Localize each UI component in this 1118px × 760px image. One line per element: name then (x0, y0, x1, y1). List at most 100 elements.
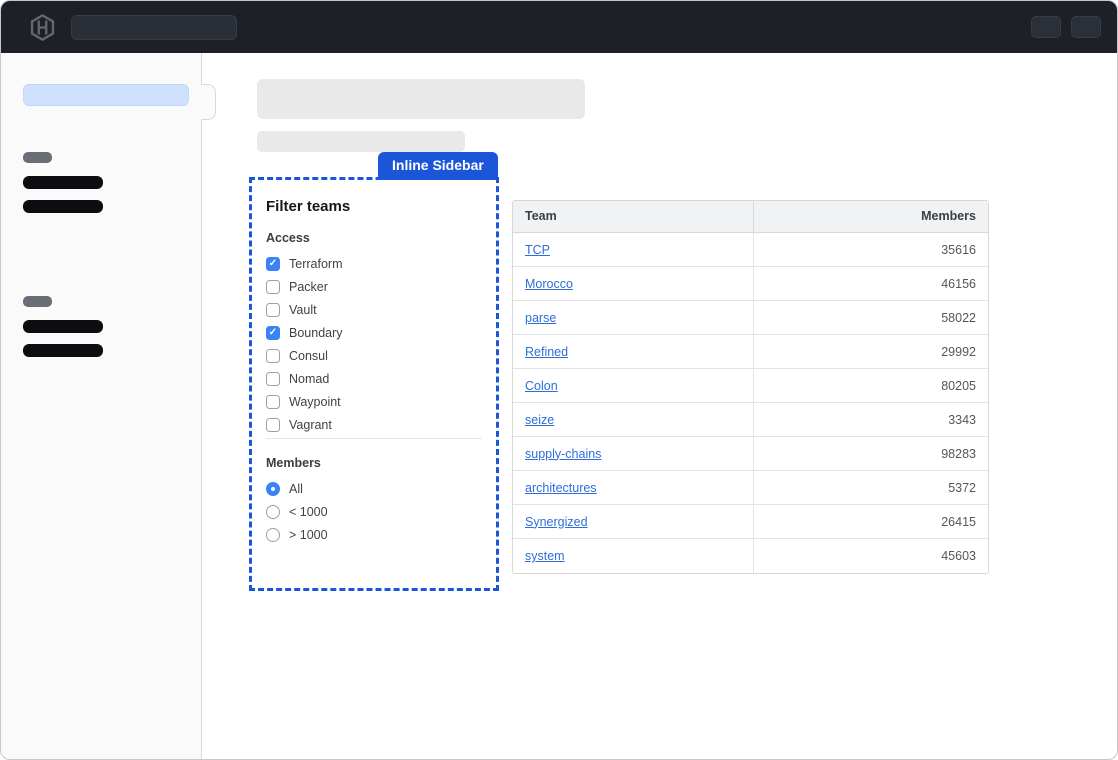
filter-divider (266, 438, 482, 439)
teams-table: Team Members TCP 35616 Morocco 46156 (512, 200, 989, 574)
team-link[interactable]: TCP (525, 243, 550, 257)
team-cell: system (513, 539, 754, 573)
members-radio-group: All < 1000 > 1000 (264, 477, 484, 546)
member-count-cell: 29992 (754, 335, 988, 368)
checkbox[interactable] (266, 349, 280, 363)
checkbox[interactable] (266, 257, 280, 271)
access-option-label: Packer (289, 280, 328, 294)
team-cell: Morocco (513, 267, 754, 300)
table-row: Synergized 26415 (513, 505, 988, 539)
team-cell: Refined (513, 335, 754, 368)
radio-button[interactable] (266, 505, 280, 519)
member-count-cell: 35616 (754, 233, 988, 266)
access-option[interactable]: Vault (264, 298, 484, 321)
member-count-cell: 3343 (754, 403, 988, 436)
access-group-label: Access (266, 231, 482, 245)
table-row: supply-chains 98283 (513, 437, 988, 471)
team-link[interactable]: Refined (525, 345, 568, 359)
team-link[interactable]: Synergized (525, 515, 588, 529)
radio-button[interactable] (266, 482, 280, 496)
team-link[interactable]: architectures (525, 481, 597, 495)
team-link[interactable]: Colon (525, 379, 558, 393)
team-cell: seize (513, 403, 754, 436)
member-count-cell: 46156 (754, 267, 988, 300)
access-checkbox-group: Terraform Packer Vault Boundary (264, 252, 484, 436)
team-link[interactable]: seize (525, 413, 554, 427)
table-row: seize 3343 (513, 403, 988, 437)
nav-button-skeleton[interactable] (1071, 16, 1101, 38)
page-subtitle-skeleton (257, 131, 465, 152)
filter-panel-title: Filter teams (266, 198, 482, 215)
team-link[interactable]: supply-chains (525, 447, 601, 461)
hashicorp-logo-icon (29, 14, 56, 41)
members-option[interactable]: > 1000 (264, 523, 484, 546)
access-option-label: Vagrant (289, 418, 332, 432)
filter-panel: Filter teams Access Terraform Packer Vau… (249, 177, 499, 591)
checkbox[interactable] (266, 372, 280, 386)
table-row: Colon 80205 (513, 369, 988, 403)
top-nav-bar (1, 1, 1117, 53)
team-link[interactable]: parse (525, 311, 556, 325)
table-header-row: Team Members (513, 201, 988, 233)
members-option-label: All (289, 482, 303, 496)
access-option[interactable]: Boundary (264, 321, 484, 344)
team-column-header: Team (513, 201, 754, 232)
member-count-cell: 26415 (754, 505, 988, 538)
checkbox[interactable] (266, 418, 280, 432)
team-link[interactable]: Morocco (525, 277, 573, 291)
members-option[interactable]: All (264, 477, 484, 500)
table-row: architectures 5372 (513, 471, 988, 505)
app-sidebar (1, 53, 202, 759)
team-cell: architectures (513, 471, 754, 504)
nav-link-skeleton[interactable] (23, 344, 103, 357)
members-group-label: Members (266, 456, 482, 470)
section-label-skeleton (23, 152, 52, 163)
nav-link-skeleton[interactable] (23, 200, 103, 213)
team-cell: Colon (513, 369, 754, 402)
access-option[interactable]: Nomad (264, 367, 484, 390)
inline-sidebar-badge: Inline Sidebar (378, 152, 498, 180)
team-link[interactable]: system (525, 549, 565, 563)
table-row: TCP 35616 (513, 233, 988, 267)
table-row: Morocco 46156 (513, 267, 988, 301)
active-nav-item-skeleton[interactable] (23, 84, 189, 106)
access-option-label: Nomad (289, 372, 329, 386)
access-option-label: Consul (289, 349, 328, 363)
member-count-cell: 45603 (754, 539, 988, 573)
access-option[interactable]: Vagrant (264, 413, 484, 436)
member-count-cell: 80205 (754, 369, 988, 402)
members-option-label: > 1000 (289, 528, 328, 542)
table-row: Refined 29992 (513, 335, 988, 369)
access-option[interactable]: Packer (264, 275, 484, 298)
radio-button[interactable] (266, 528, 280, 542)
team-cell: parse (513, 301, 754, 334)
page-title-skeleton (257, 79, 585, 119)
nav-button-skeleton[interactable] (1031, 16, 1061, 38)
access-option[interactable]: Terraform (264, 252, 484, 275)
access-option[interactable]: Waypoint (264, 390, 484, 413)
access-option-label: Waypoint (289, 395, 341, 409)
team-cell: supply-chains (513, 437, 754, 470)
access-option[interactable]: Consul (264, 344, 484, 367)
members-option[interactable]: < 1000 (264, 500, 484, 523)
sidebar-toggle-handle[interactable] (201, 84, 216, 120)
table-body: TCP 35616 Morocco 46156 parse 58022 (513, 233, 988, 573)
search-input-skeleton[interactable] (71, 15, 237, 40)
checkbox[interactable] (266, 303, 280, 317)
member-count-cell: 58022 (754, 301, 988, 334)
members-column-header: Members (754, 201, 988, 232)
team-cell: TCP (513, 233, 754, 266)
section-label-skeleton (23, 296, 52, 307)
access-option-label: Vault (289, 303, 317, 317)
access-option-label: Terraform (289, 257, 342, 271)
app-window: Inline Sidebar Filter teams Access Terra… (0, 0, 1118, 760)
checkbox[interactable] (266, 326, 280, 340)
checkbox[interactable] (266, 280, 280, 294)
member-count-cell: 98283 (754, 437, 988, 470)
checkbox[interactable] (266, 395, 280, 409)
team-cell: Synergized (513, 505, 754, 538)
nav-link-skeleton[interactable] (23, 320, 103, 333)
table-row: system 45603 (513, 539, 988, 573)
nav-link-skeleton[interactable] (23, 176, 103, 189)
member-count-cell: 5372 (754, 471, 988, 504)
